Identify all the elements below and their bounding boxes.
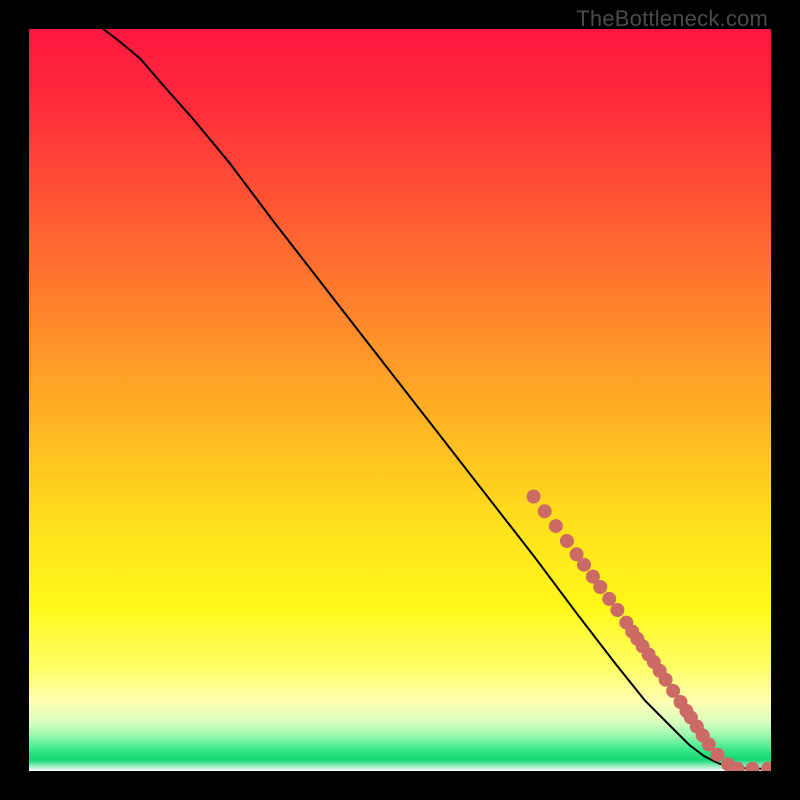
chart-svg — [29, 29, 771, 771]
data-marker — [711, 748, 725, 762]
data-marker — [593, 580, 607, 594]
data-marker — [538, 504, 552, 518]
data-marker — [527, 490, 541, 504]
data-marker — [549, 519, 563, 533]
chart-plot-area — [29, 29, 771, 771]
data-marker — [610, 603, 624, 617]
data-marker — [577, 558, 591, 572]
data-marker — [602, 592, 616, 606]
data-marker — [560, 534, 574, 548]
